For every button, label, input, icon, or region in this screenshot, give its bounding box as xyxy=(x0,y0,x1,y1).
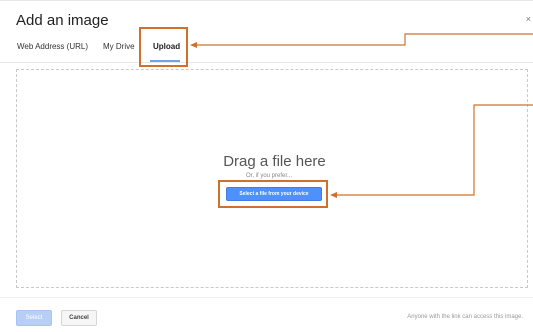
cancel-button[interactable]: Cancel xyxy=(61,310,97,326)
drag-hint-text: Drag a file here xyxy=(223,153,326,170)
annotation-arrow-upload xyxy=(195,33,533,46)
annotation-box-select-button xyxy=(218,180,328,208)
tab-divider xyxy=(0,62,533,63)
tab-web-address[interactable]: Web Address (URL) xyxy=(17,42,88,51)
select-button[interactable]: Select xyxy=(16,310,52,326)
annotation-box-upload-tab xyxy=(139,27,188,67)
access-note: Anyone with the link can access this ima… xyxy=(407,314,523,320)
drag-hint: Drag a file here xyxy=(0,153,533,170)
prefer-hint: Or, if you prefer... xyxy=(246,173,293,179)
dialog-title: Add an image xyxy=(16,12,109,29)
annotation-arrowhead-upload xyxy=(190,42,197,48)
add-image-dialog: Add an image × Web Address (URL) My Driv… xyxy=(0,0,533,331)
footer-divider xyxy=(0,297,533,298)
tab-my-drive[interactable]: My Drive xyxy=(103,42,135,51)
close-icon[interactable]: × xyxy=(526,14,531,24)
